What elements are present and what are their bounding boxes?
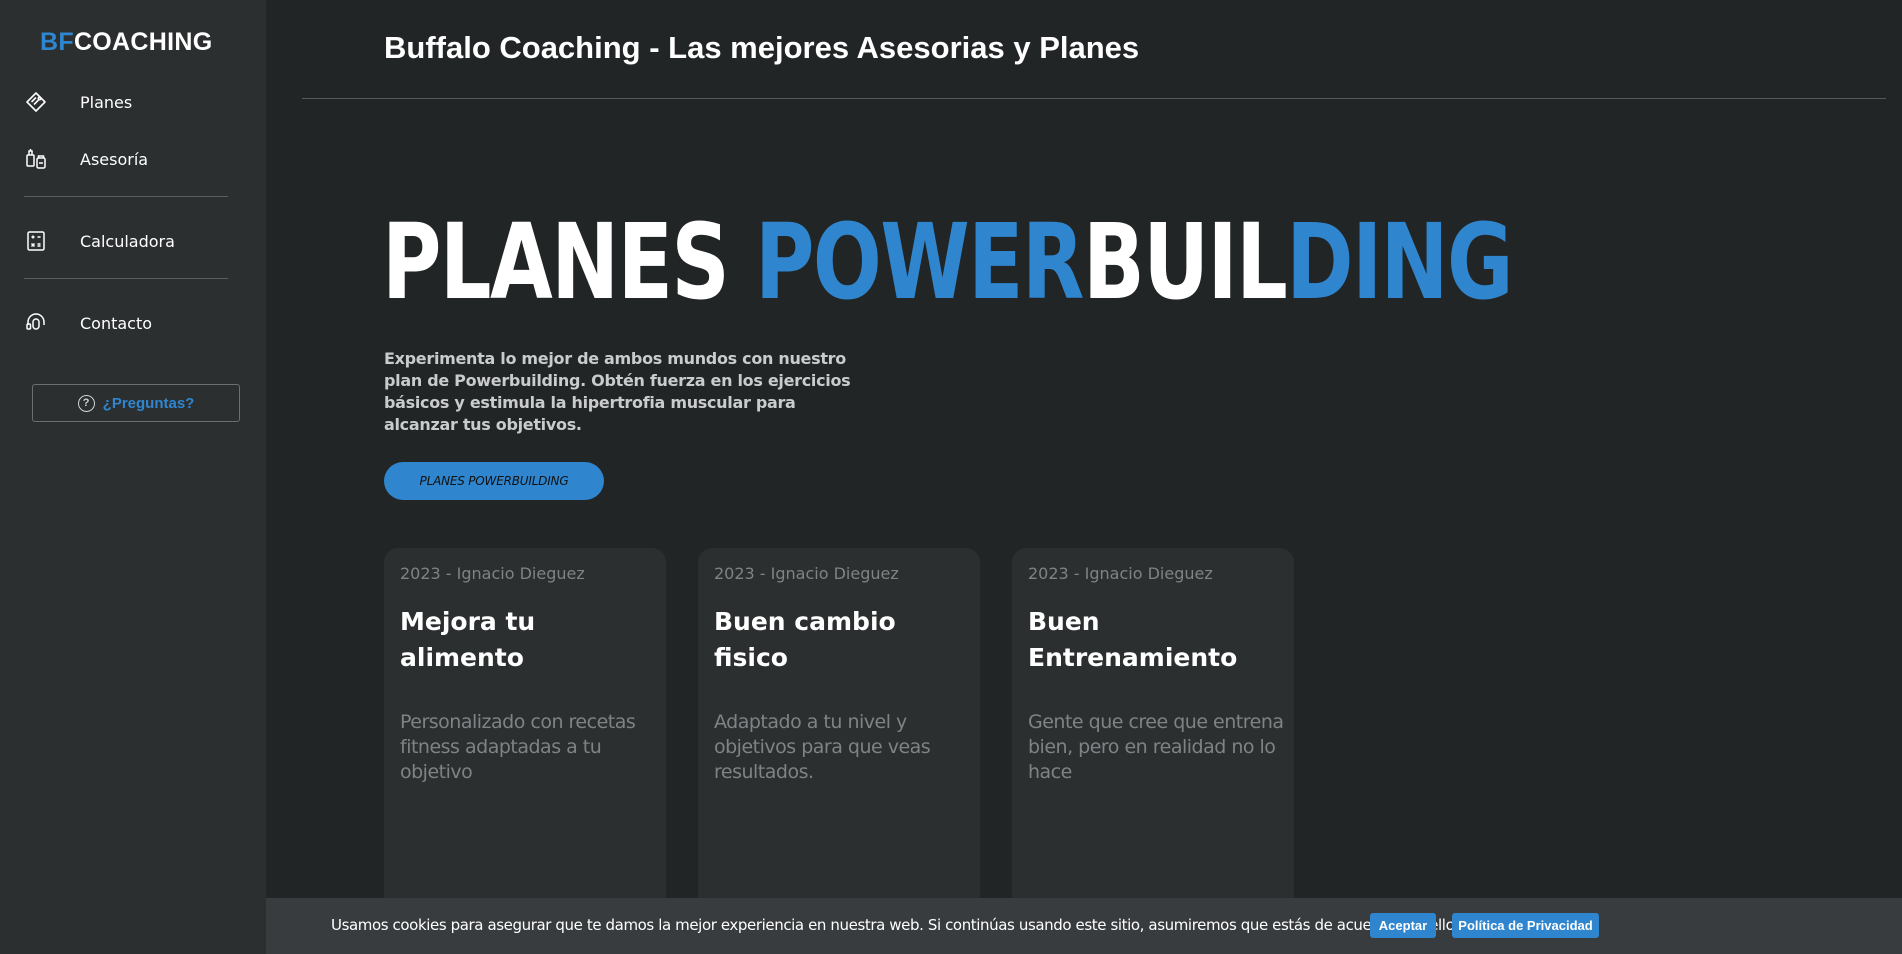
- page-title: Buffalo Coaching - Las mejores Asesorias…: [384, 30, 1140, 65]
- hero-word-planes: PLANES: [382, 201, 755, 323]
- card-title: Mejora tu alimento: [400, 607, 536, 672]
- sidebar-item-asesoria[interactable]: Asesoría: [0, 139, 266, 179]
- sidebar-item-planes[interactable]: Planes: [0, 82, 266, 122]
- sidebar-item-label: Asesoría: [80, 149, 149, 169]
- card-meta: 2023 - Ignacio Dieguez: [714, 564, 899, 583]
- card-description: Gente que cree que entrena bien, pero en…: [1028, 711, 1284, 783]
- hero-heading: PLANES POWERBUILDING: [382, 210, 1514, 314]
- hero-description: Experimenta lo mejor de ambos mundos con…: [384, 349, 851, 434]
- sidebar: BFCOACHING Planes Asesoría Calculadora C…: [0, 0, 266, 954]
- logo-coaching: COACHING: [73, 28, 213, 56]
- card-meta: 2023 - Ignacio Dieguez: [400, 564, 585, 583]
- card-description: Adaptado a tu nivel y objetivos para que…: [714, 711, 931, 783]
- sidebar-divider: [24, 196, 228, 197]
- sidebar-item-label: Contacto: [80, 313, 153, 333]
- card-meta: 2023 - Ignacio Dieguez: [1028, 564, 1213, 583]
- card-title: Buen Entrenamiento: [1028, 607, 1238, 672]
- logo[interactable]: BFCOACHING: [40, 28, 212, 57]
- headset-icon: [24, 311, 48, 335]
- questions-button[interactable]: ? ¿Preguntas?: [32, 384, 240, 422]
- sidebar-divider: [24, 278, 228, 279]
- supplements-icon: [24, 147, 48, 171]
- calculator-icon: [24, 229, 48, 253]
- planes-powerbuilding-button[interactable]: PLANES POWERBUILDING: [384, 462, 604, 500]
- dumbbell-tag-icon: [24, 90, 48, 114]
- hero-word-buil: BUIL: [1082, 201, 1288, 323]
- card-title: Buen cambio fisico: [714, 607, 896, 672]
- question-icon: ?: [77, 394, 95, 412]
- feature-card[interactable]: 2023 - Ignacio Dieguez Buen cambio fisic…: [698, 548, 980, 954]
- questions-label: ¿Preguntas?: [102, 394, 195, 412]
- hero-word-ding: DING: [1286, 201, 1513, 323]
- cookie-text: Usamos cookies para asegurar que te damo…: [331, 916, 1459, 934]
- sidebar-item-label: Calculadora: [80, 231, 175, 251]
- hero-word-power: POWER: [754, 201, 1085, 323]
- header-divider: [302, 98, 1886, 99]
- feature-card[interactable]: 2023 - Ignacio Dieguez Mejora tu aliment…: [384, 548, 666, 954]
- sidebar-item-calculadora[interactable]: Calculadora: [0, 221, 266, 261]
- logo-bf: BF: [40, 28, 74, 56]
- card-description: Personalizado con recetas fitness adapta…: [400, 711, 636, 783]
- accept-cookies-button[interactable]: Aceptar: [1370, 913, 1436, 938]
- cookie-banner: Usamos cookies para asegurar que te damo…: [266, 898, 1902, 954]
- sidebar-item-contacto[interactable]: Contacto: [0, 303, 266, 343]
- privacy-policy-button[interactable]: Política de Privacidad: [1452, 913, 1599, 938]
- sidebar-item-label: Planes: [80, 92, 133, 112]
- feature-card[interactable]: 2023 - Ignacio Dieguez Buen Entrenamient…: [1012, 548, 1294, 954]
